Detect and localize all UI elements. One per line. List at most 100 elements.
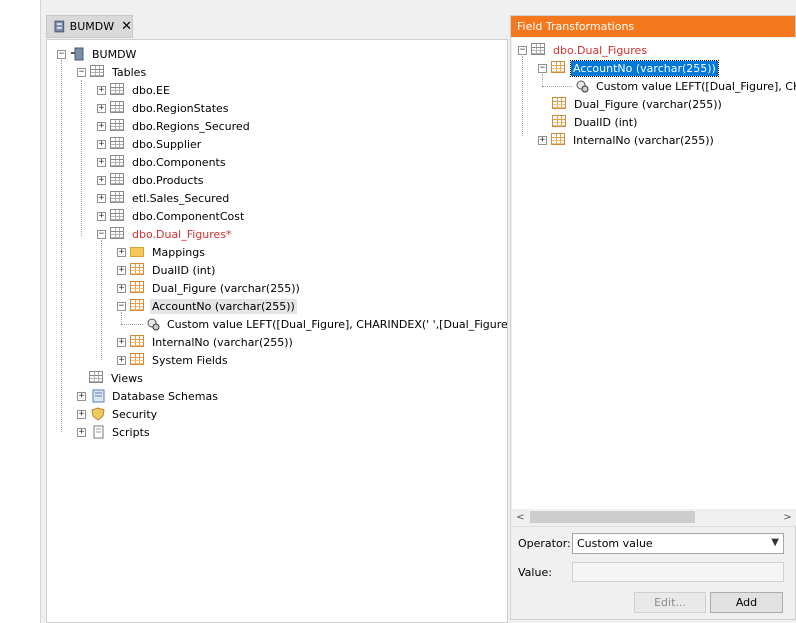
tree-label: Custom value LEFT([Dual_Figure], CHARIND…: [167, 317, 508, 331]
document-tab-bumdw[interactable]: BUMDW ✕: [46, 15, 133, 38]
table-icon: [110, 83, 126, 97]
expand-icon[interactable]: +: [77, 391, 86, 401]
ft-node-accountno[interactable]: − AccountNo (varchar(255)): [538, 59, 719, 77]
expand-icon[interactable]: +: [117, 337, 126, 347]
close-icon[interactable]: ✕: [121, 20, 132, 33]
views-icon: [89, 371, 105, 385]
tree-node-field[interactable]: + InternalNo (varchar(255)): [117, 333, 295, 351]
tree-label: Views: [111, 371, 143, 385]
transformations-tree[interactable]: − dbo.Dual_Figures − AccountNo (varchar(…: [512, 38, 796, 527]
tree-label: dbo.ComponentCost: [132, 209, 245, 223]
tree-line: [81, 80, 82, 236]
tree-node-transformation[interactable]: Custom value LEFT([Dual_Figure], CHARIND…: [145, 315, 508, 333]
expand-icon[interactable]: +: [117, 247, 126, 257]
expand-icon[interactable]: +: [97, 85, 106, 95]
tree-node-dual-figures[interactable]: − dbo.Dual_Figures*: [97, 225, 234, 243]
tree-label: AccountNo (varchar(255)): [570, 59, 719, 77]
add-button[interactable]: Add: [710, 592, 783, 613]
table-icon: [110, 191, 126, 205]
tree-node-table[interactable]: + dbo.ComponentCost: [97, 207, 246, 225]
operator-dropdown[interactable]: Custom value ▼: [572, 533, 784, 554]
table-icon: [531, 43, 547, 57]
value-input[interactable]: [572, 562, 784, 582]
tree-label: Scripts: [112, 425, 150, 439]
expand-icon[interactable]: +: [97, 211, 106, 221]
field-icon: [130, 335, 146, 349]
table-icon: [110, 227, 126, 241]
field-icon: [130, 281, 146, 295]
expand-icon[interactable]: +: [117, 283, 126, 293]
tree-node-scripts[interactable]: + Scripts: [77, 423, 152, 441]
expand-icon[interactable]: +: [97, 121, 106, 131]
tree-label: InternalNo (varchar(255)): [152, 335, 293, 349]
tree-node-views[interactable]: Views: [89, 369, 145, 387]
table-icon: [110, 119, 126, 133]
tree-node-field[interactable]: + DualID (int): [117, 261, 217, 279]
tree-node-table[interactable]: + dbo.EE: [97, 81, 172, 99]
ft-node-field[interactable]: DualID (int): [552, 113, 639, 131]
database-icon: [54, 20, 65, 33]
tree-node-tables[interactable]: − Tables: [77, 63, 148, 81]
folder-icon: [130, 245, 146, 259]
expand-icon[interactable]: +: [77, 409, 86, 419]
collapse-icon[interactable]: −: [518, 45, 527, 55]
scrollbar-thumb[interactable]: [530, 511, 695, 523]
tree-node-table[interactable]: + dbo.Products: [97, 171, 206, 189]
tree-node-mappings[interactable]: + Mappings: [117, 243, 207, 261]
shield-icon: [91, 407, 105, 421]
operator-label: Operator:: [518, 537, 571, 550]
collapse-icon[interactable]: −: [97, 229, 106, 239]
tree-label: dbo.Dual_Figures: [553, 43, 648, 57]
tree-label: Security: [112, 407, 158, 421]
tab-title: BUMDW: [69, 20, 115, 33]
tree-node-database-schemas[interactable]: + Database Schemas: [77, 387, 220, 405]
tree-node-table[interactable]: + dbo.Regions_Secured: [97, 117, 252, 135]
scroll-right-icon[interactable]: >: [779, 509, 796, 526]
tree-line: [522, 56, 523, 136]
expand-icon[interactable]: +: [97, 175, 106, 185]
collapse-icon[interactable]: −: [77, 67, 86, 77]
expand-icon[interactable]: +: [97, 103, 106, 113]
expand-icon[interactable]: +: [97, 139, 106, 149]
tree-label: AccountNo (varchar(255)): [150, 298, 297, 314]
expand-icon[interactable]: +: [538, 135, 547, 145]
tree-node-accountno[interactable]: − AccountNo (varchar(255)): [117, 297, 297, 315]
tree-node-table[interactable]: + dbo.Supplier: [97, 135, 203, 153]
tree-node-system-fields[interactable]: + System Fields: [117, 351, 230, 369]
expand-icon[interactable]: +: [77, 427, 86, 437]
table-icon: [110, 101, 126, 115]
collapse-icon[interactable]: −: [57, 49, 66, 59]
tree-node-field[interactable]: + Dual_Figure (varchar(255)): [117, 279, 302, 297]
horizontal-scrollbar[interactable]: < >: [512, 509, 796, 526]
script-icon: [93, 425, 104, 439]
expand-icon[interactable]: +: [97, 157, 106, 167]
expand-icon[interactable]: +: [117, 355, 126, 365]
tree-node-table[interactable]: + dbo.RegionStates: [97, 99, 231, 117]
tree-node-root[interactable]: − BUMDW: [57, 45, 138, 63]
ft-node-transformation[interactable]: Custom value LEFT([Dual_Figure], CHAR: [574, 77, 796, 95]
ft-node-table[interactable]: − dbo.Dual_Figures: [518, 41, 649, 59]
ft-node-field[interactable]: Dual_Figure (varchar(255)): [552, 95, 724, 113]
table-icon: [110, 173, 126, 187]
tree-label: InternalNo (varchar(255)): [573, 133, 714, 147]
tree-node-table[interactable]: + dbo.Components: [97, 153, 228, 171]
tree-line: [121, 324, 143, 325]
table-icon: [110, 137, 126, 151]
tree-node-table[interactable]: + etl.Sales_Secured: [97, 189, 231, 207]
tree-label: dbo.RegionStates: [132, 101, 229, 115]
tree-label: System Fields: [152, 353, 228, 367]
expand-icon[interactable]: +: [97, 193, 106, 203]
field-icon: [552, 115, 568, 129]
edit-button[interactable]: Edit...: [634, 592, 706, 613]
tables-icon: [90, 65, 106, 79]
scroll-left-icon[interactable]: <: [512, 509, 529, 526]
collapse-icon[interactable]: −: [538, 63, 547, 73]
ft-node-field[interactable]: + InternalNo (varchar(255)): [538, 131, 716, 149]
tree-label: Tables: [112, 65, 147, 79]
collapse-icon[interactable]: −: [117, 301, 126, 311]
expand-icon[interactable]: +: [117, 265, 126, 275]
object-tree-panel[interactable]: − BUMDW − Tables + dbo.EE + dbo.RegionSt…: [46, 39, 508, 623]
tree-node-security[interactable]: + Security: [77, 405, 159, 423]
schema-icon: [92, 389, 105, 403]
operator-selected-value: Custom value: [577, 537, 653, 550]
